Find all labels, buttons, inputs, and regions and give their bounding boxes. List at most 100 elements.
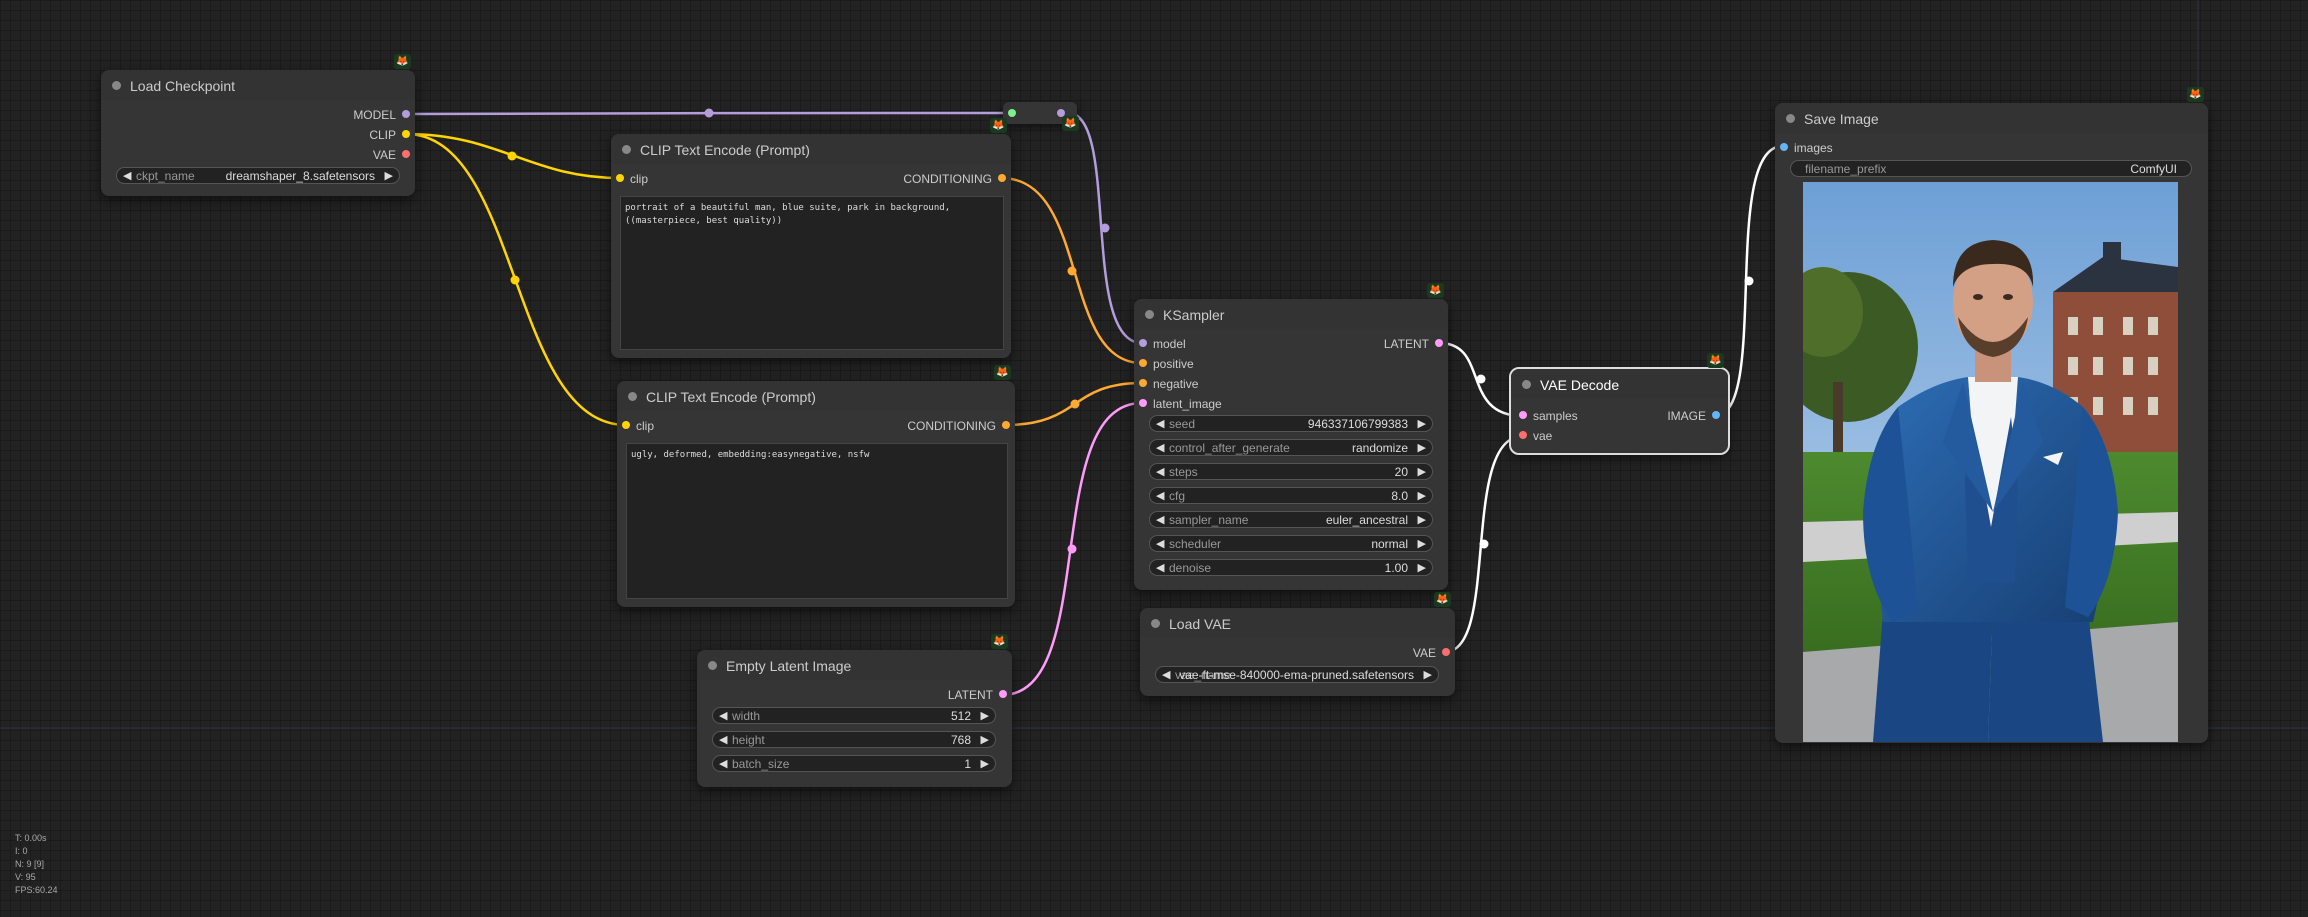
increment-arrow-icon[interactable]: ▶ [981,757,989,771]
decrement-arrow-icon[interactable]: ◀ [1162,668,1170,682]
increment-arrow-icon[interactable]: ▶ [1418,513,1426,527]
decrement-arrow-icon[interactable]: ◀ [123,169,131,183]
empty-latent-image-node[interactable]: 🦊 Empty Latent Image LATENT ◀ width 512 … [697,634,1012,787]
increment-arrow-icon[interactable]: ▶ [981,709,989,723]
clip-text-encode-negative-node[interactable]: 🦊 CLIP Text Encode (Prompt) clip CONDITI… [617,365,1015,607]
increment-arrow-icon[interactable]: ▶ [1418,417,1426,431]
collapse-dot[interactable] [628,392,637,401]
decrement-arrow-icon[interactable]: ◀ [1156,465,1164,479]
output-conditioning[interactable]: CONDITIONING [903,172,1006,186]
control-after-generate-widget[interactable]: ◀ control_after_generate randomize ▶ [1149,439,1433,456]
collapse-dot[interactable] [1145,310,1154,319]
batch-size-widget[interactable]: ◀ batch_size 1 ▶ [712,755,996,772]
clip-text-encode-positive-node[interactable]: 🦊 CLIP Text Encode (Prompt) clip CONDITI… [611,118,1011,358]
node-title-bar[interactable]: CLIP Text Encode (Prompt) [617,381,1015,411]
input-model[interactable]: model [1139,337,1186,351]
input-vae[interactable]: vae [1519,429,1552,443]
increment-arrow-icon[interactable]: ▶ [1418,561,1426,575]
increment-arrow-icon[interactable]: ▶ [1418,465,1426,479]
ksampler-node[interactable]: 🦊 KSampler model positive negative laten… [1134,283,1448,590]
node-title-bar[interactable]: Load Checkpoint [101,70,415,100]
denoise-widget[interactable]: ◀ denoise 1.00 ▶ [1149,559,1433,576]
reroute-input-dot[interactable] [1008,109,1016,117]
fox-badge-icon: 🦊 [1427,283,1444,298]
output-image[interactable]: IMAGE [1667,409,1720,423]
width-widget[interactable]: ◀ width 512 ▶ [712,707,996,724]
link-midpoint [704,108,714,118]
output-conditioning[interactable]: CONDITIONING [907,419,1010,433]
steps-widget[interactable]: ◀ steps 20 ▶ [1149,463,1433,480]
decrement-arrow-icon[interactable]: ◀ [719,757,727,771]
scheduler-widget[interactable]: ◀ scheduler normal ▶ [1149,535,1433,552]
fox-badge-icon: 🦊 [2187,87,2204,102]
reroute-node[interactable]: 🦊 [1003,102,1079,131]
load-vae-node[interactable]: 🦊 Load VAE VAE ◀ vae_name vae-ft-mse-840… [1140,592,1455,696]
node-title-bar[interactable]: CLIP Text Encode (Prompt) [611,134,1011,164]
render-stats: T: 0.00s I: 0 N: 9 [9] V: 95 FPS:60.24 [15,833,58,895]
node-title-bar[interactable]: VAE Decode [1511,369,1728,399]
generated-portrait-image [1803,182,2178,742]
collapse-dot[interactable] [708,661,717,670]
input-clip[interactable]: clip [616,172,648,186]
output-latent[interactable]: LATENT [948,688,1007,702]
link-midpoint [1067,544,1077,554]
decrement-arrow-icon[interactable]: ◀ [1156,561,1164,575]
link-midpoint [1744,276,1754,286]
decrement-arrow-icon[interactable]: ◀ [1156,417,1164,431]
increment-arrow-icon[interactable]: ▶ [1418,537,1426,551]
node-title: VAE Decode [1540,377,1620,393]
node-title-bar[interactable]: Load VAE [1140,608,1455,638]
decrement-arrow-icon[interactable]: ◀ [1156,441,1164,455]
vae-name-combo[interactable]: ◀ vae_name vae-ft-mse-840000-ema-pruned.… [1155,666,1439,683]
decrement-arrow-icon[interactable]: ◀ [719,733,727,747]
decrement-arrow-icon[interactable]: ◀ [1156,489,1164,503]
node-title: Load Checkpoint [130,78,236,94]
node-title-bar[interactable]: KSampler [1134,299,1448,329]
increment-arrow-icon[interactable]: ▶ [1418,489,1426,503]
decrement-arrow-icon[interactable]: ◀ [719,709,727,723]
output-clip[interactable]: CLIP [369,128,410,142]
input-images[interactable]: images [1780,141,1833,155]
height-widget[interactable]: ◀ height 768 ▶ [712,731,996,748]
collapse-dot[interactable] [1522,380,1531,389]
input-negative[interactable]: negative [1139,377,1198,391]
node-title-bar[interactable]: Empty Latent Image [697,650,1012,680]
increment-arrow-icon[interactable]: ▶ [1418,441,1426,455]
load-checkpoint-node[interactable]: 🦊 Load Checkpoint MODEL CLIP VAE ◀ ckpt_… [101,54,415,196]
vae-decode-node[interactable]: 🦊 VAE Decode samples vae IMAGE [1509,353,1730,455]
decrement-arrow-icon[interactable]: ◀ [1156,513,1164,527]
input-latent-image[interactable]: latent_image [1139,397,1222,411]
node-title: CLIP Text Encode (Prompt) [640,142,810,158]
output-vae[interactable]: VAE [1413,646,1450,660]
collapse-dot[interactable] [1151,619,1160,628]
input-positive[interactable]: positive [1139,357,1194,371]
filename-prefix-widget[interactable]: filename_prefix ComfyUI [1790,160,2192,177]
collapse-dot[interactable] [112,81,121,90]
fox-badge-icon: 🦊 [1434,592,1451,607]
save-image-node[interactable]: 🦊 Save Image images filename_prefix Comf… [1775,87,2208,743]
prompt-textarea[interactable]: ugly, deformed, embedding:easynegative, … [626,443,1008,599]
collapse-dot[interactable] [1786,114,1795,123]
output-vae[interactable]: VAE [373,148,410,162]
output-image-preview[interactable] [1803,182,2178,742]
prompt-textarea[interactable]: portrait of a beautiful man, blue suite,… [620,196,1004,350]
fox-badge-icon: 🦊 [994,365,1011,380]
node-title-bar[interactable]: Save Image [1775,103,2208,133]
decrement-arrow-icon[interactable]: ◀ [1156,537,1164,551]
link-midpoint [1476,374,1486,384]
output-latent[interactable]: LATENT [1384,337,1443,351]
ckpt-name-combo[interactable]: ◀ ckpt_name dreamshaper_8.safetensors ▶ [116,167,400,184]
fox-badge-icon: 🦊 [990,118,1007,133]
sampler-name-widget[interactable]: ◀ sampler_name euler_ancestral ▶ [1149,511,1433,528]
increment-arrow-icon[interactable]: ▶ [1424,668,1432,682]
increment-arrow-icon[interactable]: ▶ [385,169,393,183]
output-model[interactable]: MODEL [353,108,410,122]
seed-widget[interactable]: ◀ seed 946337106799383 ▶ [1149,415,1433,432]
input-clip[interactable]: clip [622,419,654,433]
collapse-dot[interactable] [622,145,631,154]
link-midpoint [1100,223,1110,233]
input-samples[interactable]: samples [1519,409,1578,423]
link-midpoint [510,275,520,285]
cfg-widget[interactable]: ◀ cfg 8.0 ▶ [1149,487,1433,504]
increment-arrow-icon[interactable]: ▶ [981,733,989,747]
